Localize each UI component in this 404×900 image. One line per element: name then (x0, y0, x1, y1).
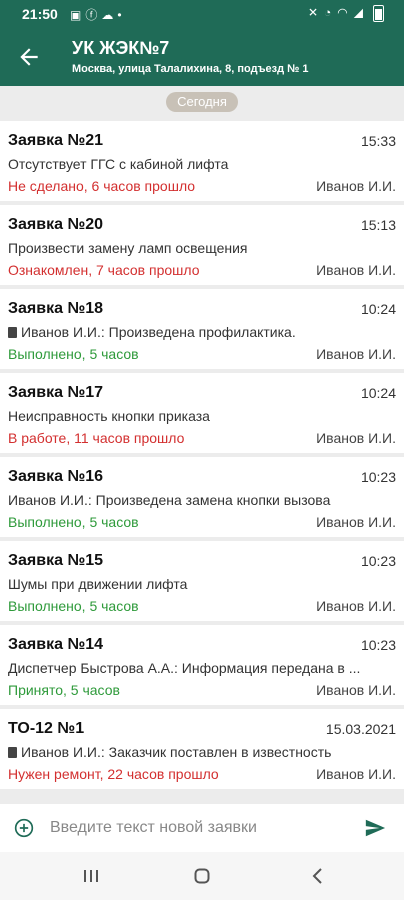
cloud-icon: ☁ (101, 8, 118, 22)
facebook-icon: ⓕ (85, 8, 102, 22)
ticket-card[interactable]: ТО-12 №1 15.03.2021 Иванов И.И.: Заказчи… (0, 709, 404, 789)
attachment-icon (8, 327, 17, 338)
status-bar: 21:50 ▣ⓕ☁• ✕◔◠◢ (0, 0, 404, 28)
attachment-icon (8, 747, 17, 758)
ticket-assignee: Иванов И.И. (316, 514, 396, 530)
date-divider: Сегодня (166, 92, 238, 112)
ticket-title: Заявка №21 (8, 132, 104, 149)
ticket-time: 10:23 (360, 637, 396, 653)
home-icon[interactable] (194, 868, 210, 884)
ticket-assignee: Иванов И.И. (316, 346, 396, 362)
ticket-description: Произвести замену ламп освещения (8, 240, 248, 256)
ticket-card[interactable]: Заявка №15 10:23 Шумы при движении лифта… (0, 541, 404, 621)
ticket-title: ТО-12 №1 (8, 720, 85, 737)
page-subtitle: Москва, улица Талалихина, 8, подъезд № 1 (72, 63, 309, 75)
ticket-card[interactable]: Заявка №20 15:13 Произвести замену ламп … (0, 205, 404, 285)
ticket-status: Выполнено, 5 часов (8, 514, 139, 530)
ticket-time: 10:23 (360, 469, 396, 485)
ticket-assignee: Иванов И.И. (316, 430, 396, 446)
nav-back-icon[interactable] (310, 867, 324, 885)
ticket-time: 15.03.2021 (325, 721, 396, 737)
ticket-title: Заявка №15 (8, 552, 104, 569)
signal-icon: ◢ (353, 5, 369, 20)
ticket-assignee: Иванов И.И. (316, 598, 396, 614)
alarm-icon: ◔ (324, 5, 338, 20)
ticket-status: Не сделано, 6 часов прошло (8, 178, 196, 194)
ticket-card[interactable]: Заявка №16 10:23 Иванов И.И.: Произведен… (0, 457, 404, 537)
notification-icons: ▣ⓕ☁• (70, 6, 126, 23)
ticket-status: В работе, 11 часов прошло (8, 430, 185, 446)
ticket-time: 10:23 (360, 553, 396, 569)
ticket-title: Заявка №20 (8, 216, 104, 233)
ticket-assignee: Иванов И.И. (316, 262, 396, 278)
ticket-title: Заявка №16 (8, 468, 104, 485)
ticket-status: Принято, 5 часов (8, 682, 120, 698)
ticket-card[interactable]: Заявка №21 15:33 Отсутствует ГГС с кабин… (0, 121, 404, 201)
recents-icon[interactable] (83, 869, 99, 883)
ticket-time: 15:33 (360, 133, 396, 149)
ticket-time: 10:24 (360, 385, 396, 401)
ticket-card[interactable]: Заявка №17 10:24 Неисправность кнопки пр… (0, 373, 404, 453)
wifi-icon: ◠ (337, 5, 354, 20)
ticket-status: Выполнено, 5 часов (8, 346, 139, 362)
status-time: 21:50 (22, 6, 58, 22)
ticket-time: 10:24 (360, 301, 396, 317)
ticket-status: Выполнено, 5 часов (8, 598, 139, 614)
send-icon[interactable] (364, 817, 386, 839)
system-icons: ✕◔◠◢ (308, 5, 384, 22)
app-header: УК ЖЭК№7 Москва, улица Талалихина, 8, по… (0, 28, 404, 86)
mute-icon: ✕ (307, 5, 325, 20)
add-circle-icon[interactable] (14, 818, 34, 838)
battery-icon (373, 5, 384, 22)
page-title: УК ЖЭК№7 (72, 38, 170, 58)
ticket-card[interactable]: Заявка №18 10:24 Иванов И.И.: Произведен… (0, 289, 404, 369)
ticket-description: Иванов И.И.: Произведена профилактика. (8, 324, 388, 340)
new-ticket-input[interactable]: Введите текст новой заявки (50, 819, 257, 837)
ticket-title: Заявка №14 (8, 636, 104, 653)
ticket-status: Нужен ремонт, 22 часов прошло (8, 766, 219, 782)
system-nav-bar (0, 852, 404, 900)
ticket-description: Отсутствует ГГС с кабиной лифта (8, 156, 229, 172)
ticket-description: Диспетчер Быстрова А.А.: Информация пере… (8, 660, 361, 676)
dot-icon: • (117, 8, 126, 22)
new-ticket-bar: Введите текст новой заявки (0, 804, 404, 852)
ticket-title: Заявка №17 (8, 384, 104, 401)
ticket-description: Неисправность кнопки приказа (8, 408, 210, 424)
gallery-icon: ▣ (70, 8, 86, 22)
ticket-assignee: Иванов И.И. (316, 178, 396, 194)
ticket-assignee: Иванов И.И. (316, 682, 396, 698)
ticket-status: Ознакомлен, 7 часов прошло (8, 262, 200, 278)
ticket-description: Иванов И.И.: Заказчик поставлен в извест… (8, 744, 388, 760)
ticket-time: 15:13 (360, 217, 396, 233)
ticket-card[interactable]: Заявка №14 10:23 Диспетчер Быстрова А.А.… (0, 625, 404, 705)
ticket-title: Заявка №18 (8, 300, 104, 317)
back-arrow-icon[interactable] (16, 44, 42, 70)
ticket-description: Шумы при движении лифта (8, 576, 188, 592)
ticket-description: Иванов И.И.: Произведена замена кнопки в… (8, 492, 331, 508)
ticket-assignee: Иванов И.И. (316, 766, 396, 782)
